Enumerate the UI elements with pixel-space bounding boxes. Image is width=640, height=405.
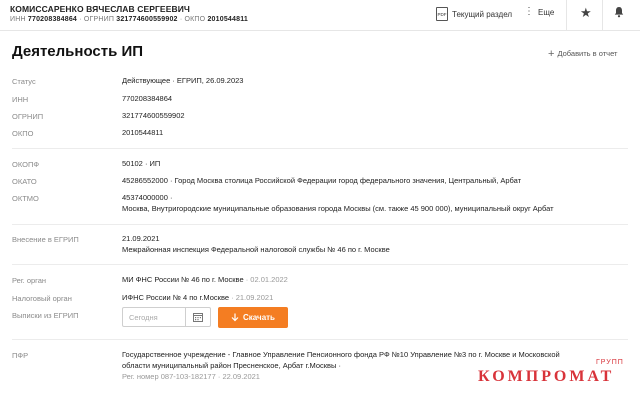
- toolbar-divider: [566, 0, 567, 30]
- inn-value: 770208384864: [27, 16, 78, 23]
- owner-identifiers: ИНН 770208384864 · ОГРНИП 32177460055990…: [10, 16, 248, 23]
- download-label: Скачать: [243, 313, 275, 322]
- egrip-date: 21.09.2021: [122, 234, 160, 243]
- inn-detail-value: 770208384864: [122, 94, 173, 103]
- add-to-report-button[interactable]: + Добавить в отчет: [548, 47, 618, 60]
- oktmo-code: 45374000000 ·: [122, 193, 173, 202]
- calendar-button[interactable]: [185, 308, 210, 326]
- ogrnip-value: 321774600559902: [116, 16, 178, 23]
- add-to-report-label: Добавить в отчет: [557, 49, 618, 58]
- ogrnip-label: · ОГРНИП: [79, 16, 115, 23]
- section-divider: [12, 264, 628, 265]
- egrip-label: Внесение в ЕГРИП: [12, 235, 79, 244]
- download-arrow-icon: [231, 313, 239, 322]
- okato-value: 45286552000 · Город Москва столица Росси…: [122, 176, 522, 185]
- section-divider: [12, 148, 628, 149]
- download-button[interactable]: Скачать: [218, 307, 288, 328]
- inn-detail-label: ИНН: [12, 95, 29, 104]
- plus-icon: +: [548, 47, 555, 60]
- extract-label: Выписки из ЕГРИП: [12, 311, 79, 320]
- current-section-button[interactable]: PDF Текущий раздел: [436, 7, 512, 21]
- calendar-icon: [193, 313, 203, 322]
- status-value: Действующее · ЕГРИП, 26.09.2023: [122, 76, 244, 85]
- okato-label: ОКАТО: [12, 177, 37, 186]
- watermark-logo: КОМПРОМАТ: [478, 368, 615, 390]
- inn-label: ИНН: [10, 16, 26, 23]
- reg-organ-name[interactable]: МИ ФНС России № 46 по г. Москве: [122, 275, 244, 284]
- pfr-label: ПФР: [12, 351, 29, 360]
- extract-date-field[interactable]: [122, 307, 211, 327]
- tax-organ-label: Налоговый орган: [12, 294, 72, 303]
- favorite-star-icon[interactable]: ★: [580, 5, 592, 21]
- section-divider: [12, 339, 628, 340]
- top-bar: КОМИССАРЕНКО ВЯЧЕСЛАВ СЕРГЕЕВИЧ ИНН 7702…: [0, 0, 640, 31]
- pfr-registration: Рег. номер 087-103-182177 · 22.09.2021: [122, 372, 260, 381]
- more-label: Еще: [538, 7, 555, 17]
- tax-organ-name[interactable]: ИФНС России № 4 по г.Москве: [122, 293, 229, 302]
- owner-name: КОМИССАРЕНКО ВЯЧЕСЛАВ СЕРГЕЕВИЧ: [10, 4, 190, 14]
- page-title: Деятельность ИП: [12, 43, 144, 60]
- toolbar-divider: [602, 0, 603, 30]
- status-label: Статус: [12, 77, 36, 86]
- oktmo-value: Москва, Внутригородские муниципальные об…: [122, 204, 554, 213]
- tax-organ-date: · 21.09.2021: [231, 293, 274, 302]
- section-divider: [12, 224, 628, 225]
- okpo-detail-value: 2010544811: [122, 128, 164, 137]
- oktmo-label: ОКТМО: [12, 194, 39, 203]
- okpo-label: · ОКПО: [179, 16, 206, 23]
- reg-organ-date: · 02.01.2022: [245, 275, 288, 284]
- pfr-line-2: области муниципальный район Пресненское,…: [122, 361, 341, 370]
- more-button[interactable]: ⋮ Еще: [524, 7, 554, 17]
- okpo-value: 2010544811: [207, 16, 248, 23]
- okpo-detail-label: ОКПО: [12, 129, 34, 138]
- notification-bell-icon[interactable]: [613, 6, 625, 18]
- more-dots-icon: ⋮: [524, 6, 534, 17]
- pdf-icon: PDF: [436, 7, 448, 21]
- okopf-value: 50102 · ИП: [122, 159, 161, 168]
- extract-date-input[interactable]: [129, 311, 185, 323]
- ogrnip-detail-value: 321774600559902: [122, 111, 185, 120]
- tax-organ-value: ИФНС России № 4 по г.Москве · 21.09.2021: [122, 292, 273, 303]
- watermark-subtitle: ГРУПП: [596, 359, 624, 366]
- egrip-authority: Межрайонная инспекция Федеральной налого…: [122, 245, 390, 254]
- reg-organ-label: Рег. орган: [12, 276, 47, 285]
- current-section-label: Текущий раздел: [452, 9, 513, 19]
- okopf-label: ОКОПФ: [12, 160, 40, 169]
- reg-organ-value: МИ ФНС России № 46 по г. Москве · 02.01.…: [122, 274, 288, 285]
- ogrnip-detail-label: ОГРНИП: [12, 112, 44, 121]
- pfr-line-1: Государственное учреждение - Главное Упр…: [122, 350, 560, 359]
